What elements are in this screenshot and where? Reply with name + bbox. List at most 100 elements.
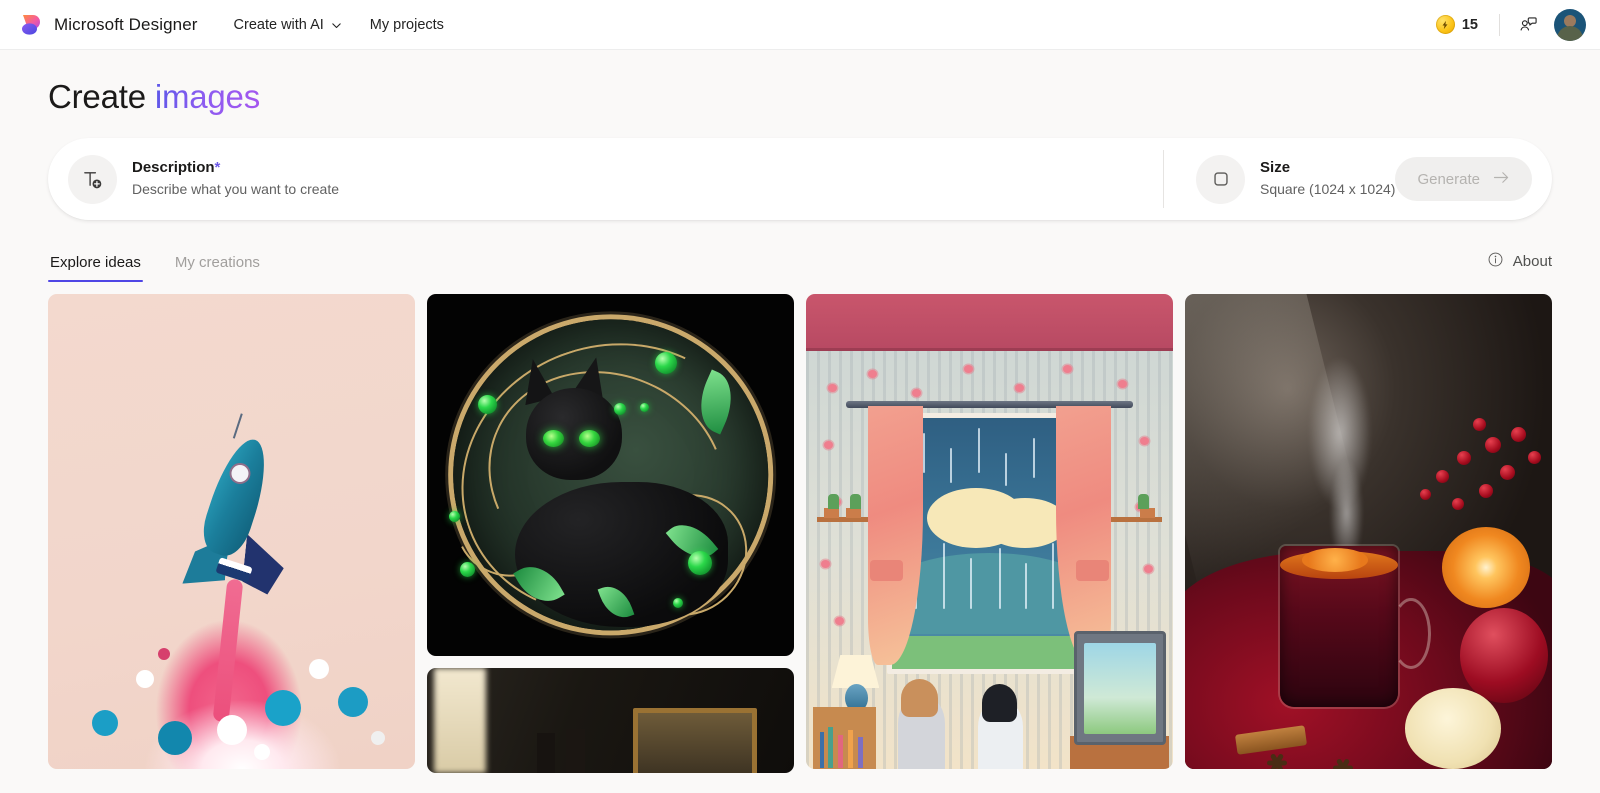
credits-count: 15 <box>1461 16 1478 33</box>
arrow-right-icon <box>1491 167 1512 192</box>
gallery-column-3 <box>806 294 1173 774</box>
sphere <box>370 731 385 746</box>
mulled-wine-still-life[interactable] <box>1185 294 1552 769</box>
rain-drop <box>923 432 926 473</box>
wallpaper-rose <box>1143 564 1153 573</box>
berry <box>1479 484 1494 498</box>
avatar-body <box>1557 25 1583 41</box>
plant-pot <box>1139 507 1155 518</box>
generate-button[interactable]: Generate <box>1395 157 1532 201</box>
room-ceiling <box>806 294 1173 351</box>
mulled-wine-still-life-art <box>1185 294 1552 769</box>
rocket-body <box>195 432 277 561</box>
emerald-gem <box>687 551 712 576</box>
book <box>828 727 833 768</box>
rain-drop <box>1024 563 1027 609</box>
size-value: Square (1024 x 1024) <box>1260 181 1396 198</box>
sphere <box>216 715 247 746</box>
floating-orange-slice <box>1302 548 1369 572</box>
page-title-accent: images <box>154 78 261 115</box>
about-link[interactable]: About <box>1487 251 1552 282</box>
rain-drop <box>969 558 972 609</box>
rocket-antenna <box>232 413 243 439</box>
rain-drop <box>1032 437 1035 479</box>
child-left-hair <box>901 678 939 717</box>
top-navigation-bar: Microsoft Designer Create with AI My pro… <box>0 0 1600 50</box>
bookshelf <box>813 707 876 769</box>
rocket-illustration[interactable] <box>48 294 415 769</box>
cactus <box>1138 493 1150 509</box>
gallery-column-4 <box>1185 294 1552 774</box>
idea-gallery <box>48 294 1552 774</box>
framed-painting <box>632 707 758 773</box>
nav-my-projects-label: My projects <box>369 16 444 33</box>
credits-badge[interactable]: 15 <box>1427 10 1487 39</box>
chevron-down-icon <box>331 19 342 30</box>
sphere <box>253 743 270 760</box>
primary-nav: Create with AI My projects <box>222 10 456 40</box>
sphere <box>158 647 171 660</box>
brand-home-link[interactable]: Microsoft Designer <box>12 8 204 42</box>
required-marker: * <box>214 159 221 177</box>
page-title: Create images <box>48 50 1552 116</box>
curtain-tieback-left <box>870 560 904 582</box>
rain-drop <box>942 543 945 609</box>
tab-explore-ideas[interactable]: Explore ideas <box>48 250 143 282</box>
tab-explore-ideas-label: Explore ideas <box>50 254 141 271</box>
generate-button-label: Generate <box>1417 170 1480 188</box>
berry <box>1528 450 1541 464</box>
cat-eye-left <box>542 429 564 447</box>
dark-object <box>537 733 556 773</box>
square-shape-icon <box>1196 154 1246 204</box>
user-avatar[interactable] <box>1554 8 1586 41</box>
ornate-black-cat-art <box>427 294 794 656</box>
avatar-head <box>1564 14 1576 27</box>
nav-create-with-ai-label: Create with AI <box>233 16 324 33</box>
orange-slice-large <box>1441 526 1530 608</box>
book <box>838 734 843 768</box>
ornate-black-cat[interactable] <box>427 294 794 656</box>
rain-drop <box>999 548 1002 609</box>
berry <box>1511 427 1527 442</box>
page-content: Create images Description* Describe what… <box>0 50 1600 774</box>
tab-my-creations[interactable]: My creations <box>173 250 262 282</box>
description-text-block: Description* Describe what you want to c… <box>132 158 339 200</box>
wallpaper-rose <box>1117 379 1127 388</box>
sphere <box>92 709 119 736</box>
berry <box>1451 498 1464 511</box>
description-input[interactable]: Describe what you want to create <box>132 180 339 200</box>
emerald-gem <box>672 598 683 609</box>
rain-drop <box>1052 543 1055 609</box>
wall-shelf-left <box>817 517 869 523</box>
star-anise <box>1266 752 1288 769</box>
tabs-row: Explore ideas My creations About <box>48 250 1552 282</box>
plant-pot <box>824 507 840 518</box>
nav-create-with-ai[interactable]: Create with AI <box>222 10 354 40</box>
cat-head <box>526 388 623 481</box>
halved-apple <box>1405 688 1501 769</box>
description-label-text: Description <box>132 159 215 177</box>
berry <box>1419 488 1431 500</box>
garden-grass <box>891 636 1088 669</box>
size-field[interactable]: Size Square (1024 x 1024) <box>1164 138 1395 220</box>
rocket-illustration-art <box>48 294 415 769</box>
gallery-column-1 <box>48 294 415 774</box>
book <box>858 737 863 768</box>
info-circle-icon <box>1487 251 1504 272</box>
person-feedback-icon[interactable] <box>1512 9 1544 41</box>
tv-screen <box>1083 642 1156 734</box>
wallpaper-rose <box>820 560 830 568</box>
book <box>848 729 853 768</box>
emerald-gem <box>639 402 649 412</box>
rain-drop <box>950 447 953 484</box>
dark-interior-painting[interactable] <box>427 668 794 773</box>
add-text-icon <box>68 154 117 204</box>
berry <box>1457 450 1472 465</box>
child-right-hair <box>982 683 1018 722</box>
description-field[interactable]: Description* Describe what you want to c… <box>64 138 1149 220</box>
pixel-art-rainy-room[interactable] <box>806 294 1173 769</box>
cactus <box>828 493 840 509</box>
wall-shelf-right <box>1110 517 1162 523</box>
nav-my-projects[interactable]: My projects <box>358 10 456 40</box>
wallpaper-rose <box>1139 436 1149 445</box>
